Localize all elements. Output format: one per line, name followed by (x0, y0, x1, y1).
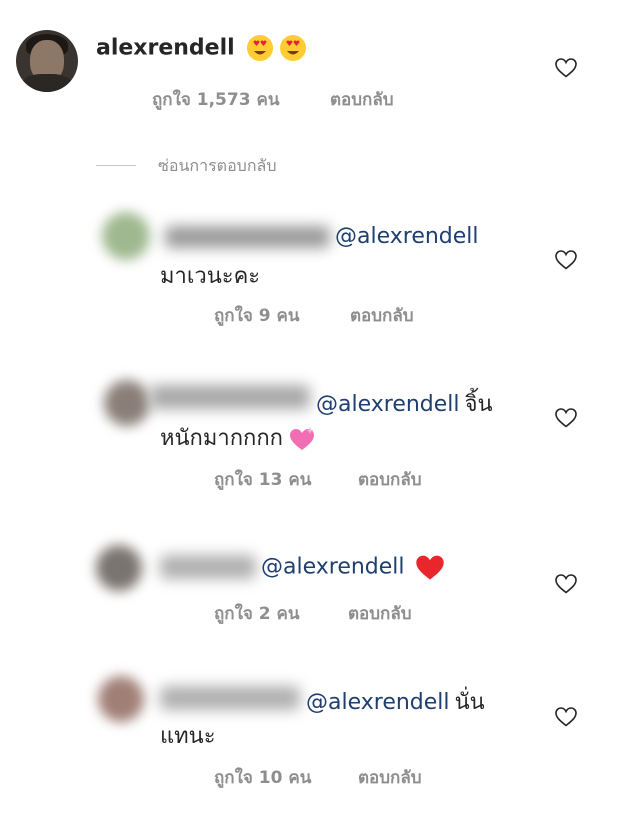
reply-text-inline: จิ้น (464, 392, 493, 417)
heart-outline-icon[interactable] (554, 406, 578, 430)
reply-text: แทนะ (160, 724, 216, 749)
reply-likes[interactable]: ถูกใจ 13 คน (214, 466, 311, 493)
reply-reply-button[interactable]: ตอบกลับ (358, 764, 422, 791)
reply-1 (100, 204, 160, 266)
heart-outline-icon[interactable] (554, 56, 578, 80)
main-comment-avatar[interactable] (16, 30, 78, 92)
reply-mention[interactable]: @alexrendell (261, 555, 405, 580)
reply-avatar[interactable] (102, 212, 150, 260)
heart-outline-icon[interactable] (554, 248, 578, 272)
reply-line-1: @alexrendell (261, 552, 446, 586)
reply-username-blurred[interactable] (160, 555, 256, 579)
heart-eyes-emoji-1 (246, 34, 274, 66)
reply-text: หนักมากกกก (160, 426, 283, 451)
main-comment-username[interactable]: alexrendell (96, 36, 235, 61)
reply-likes[interactable]: ถูกใจ 10 คน (214, 764, 311, 791)
reply-mention[interactable]: @alexrendell (306, 690, 450, 715)
reply-avatar[interactable] (98, 676, 144, 722)
heart-outline-icon[interactable] (554, 572, 578, 596)
main-comment-header: alexrendell (96, 34, 307, 66)
heart-eyes-emoji-2 (279, 34, 307, 66)
heart-outline-icon[interactable] (554, 705, 578, 729)
reply-reply-button[interactable]: ตอบกลับ (348, 600, 412, 627)
reply-avatar[interactable] (96, 545, 142, 591)
sparkling-heart-emoji (288, 426, 316, 456)
reply-username-blurred[interactable] (165, 226, 330, 248)
reply-likes[interactable]: ถูกใจ 9 คน (214, 302, 300, 329)
main-comment-reply-button[interactable]: ตอบกลับ (330, 86, 394, 113)
reply-text-inline: นั่น (454, 690, 485, 715)
reply-text: มาเวนะคะ (160, 264, 261, 289)
reply-line-1: @alexrendell จิ้น (316, 386, 493, 421)
reply-avatar[interactable] (104, 380, 150, 426)
hide-replies-button[interactable]: ซ่อนการตอบกลับ (158, 154, 276, 179)
reply-reply-button[interactable]: ตอบกลับ (350, 302, 414, 329)
red-heart-emoji (414, 552, 446, 586)
reply-username-blurred[interactable] (160, 686, 300, 710)
main-comment-likes[interactable]: ถูกใจ 1,573 คน (152, 86, 279, 113)
reply-line-1: @alexrendell นั่น (306, 684, 485, 719)
reply-reply-button[interactable]: ตอบกลับ (358, 466, 422, 493)
reply-username-blurred[interactable] (150, 385, 310, 409)
hide-replies-line (96, 165, 136, 166)
reply-mention[interactable]: @alexrendell (335, 224, 479, 249)
reply-mention[interactable]: @alexrendell (316, 392, 460, 417)
reply-likes[interactable]: ถูกใจ 2 คน (214, 600, 300, 627)
reply-line-2: หนักมากกกก (160, 420, 316, 456)
